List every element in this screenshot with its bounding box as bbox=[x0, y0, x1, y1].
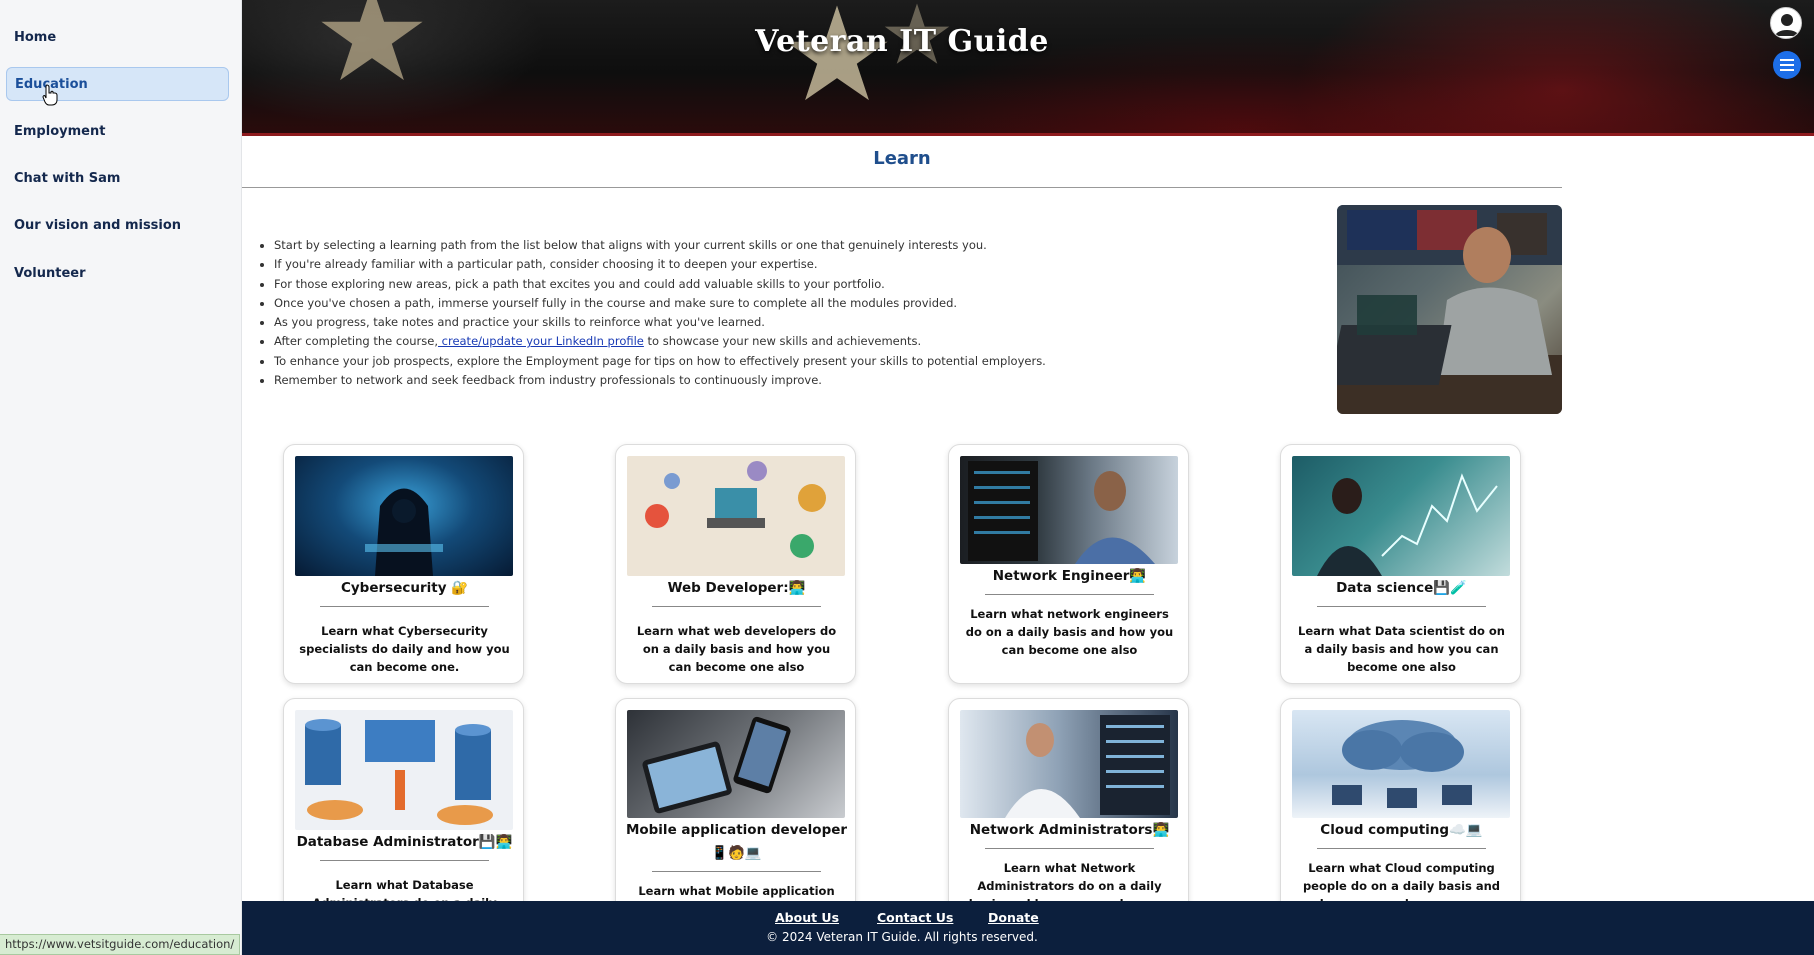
card-divider bbox=[1317, 848, 1486, 849]
database-cylinders-graphic bbox=[305, 719, 493, 825]
intro-item: Remember to network and seek feedback fr… bbox=[274, 371, 1308, 390]
network-engineer-image bbox=[960, 456, 1178, 564]
intro-item: If you're already familiar with a partic… bbox=[274, 255, 1308, 274]
hand-cursor-icon bbox=[42, 84, 58, 106]
footer-copyright: © 2024 Veteran IT Guide. All rights rese… bbox=[766, 930, 1038, 944]
site-title: Veteran IT Guide bbox=[755, 24, 1049, 59]
hooded-figure-graphic bbox=[365, 488, 443, 576]
intro-item: Once you've chosen a path, immerse yours… bbox=[274, 294, 1308, 313]
sidebar-item-vision-mission[interactable]: Our vision and mission bbox=[6, 209, 229, 243]
intro-item: To enhance your job prospects, explore t… bbox=[274, 352, 1308, 371]
intro-item: Start by selecting a learning path from … bbox=[274, 236, 1308, 255]
sidebar-item-volunteer[interactable]: Volunteer bbox=[6, 257, 229, 291]
intro-item: As you progress, take notes and practice… bbox=[274, 313, 1308, 332]
card-divider bbox=[985, 848, 1154, 849]
footer-donate-link[interactable]: Donate bbox=[988, 910, 1039, 925]
card-title: Web Developer:👨‍💻 bbox=[667, 580, 806, 596]
card-title: Data science💾🧪 bbox=[1336, 580, 1467, 596]
intro-text: After completing the course, bbox=[274, 334, 438, 349]
data-chart-graphic bbox=[1317, 473, 1498, 576]
intro-list: Start by selecting a learning path from … bbox=[258, 236, 1308, 390]
card-description: Learn what Data scientist do on a daily … bbox=[1298, 624, 1505, 674]
card-divider bbox=[985, 594, 1154, 595]
sidebar-item-chat-with-sam[interactable]: Chat with Sam bbox=[6, 162, 229, 196]
card-description: Learn what Cybersecurity specialists do … bbox=[299, 624, 510, 674]
card-title: Mobile application developer📱🧑💻 bbox=[625, 822, 848, 861]
intro-text: to showcase your new skills and achievem… bbox=[643, 334, 922, 349]
card-title: Cloud computing☁️💻 bbox=[1320, 822, 1483, 838]
card-network-engineer[interactable]: Network Engineer👨‍💻 Learn what network e… bbox=[948, 444, 1189, 684]
card-title: Network Administrators👨‍💻 bbox=[969, 822, 1170, 838]
card-divider bbox=[320, 860, 489, 861]
card-title: Network Engineer👨‍💻 bbox=[992, 568, 1147, 584]
card-description: Learn what network engineers do on a dai… bbox=[965, 607, 1174, 657]
server-room-graphic bbox=[1005, 715, 1170, 818]
card-divider bbox=[652, 606, 821, 607]
sidebar-item-home[interactable]: Home bbox=[6, 21, 229, 55]
card-title: Cybersecurity 🔐 bbox=[340, 580, 469, 596]
card-data-science[interactable]: Data science💾🧪 Learn what Data scientist… bbox=[1280, 444, 1521, 684]
cybersecurity-hacker-image bbox=[295, 456, 513, 576]
menu-button[interactable] bbox=[1773, 51, 1801, 79]
card-cybersecurity[interactable]: Cybersecurity 🔐 Learn what Cybersecurity… bbox=[283, 444, 524, 684]
intro-item: After completing the course, create/upda… bbox=[274, 332, 1308, 351]
browser-status-url: https://www.vetsitguide.com/education/ bbox=[0, 934, 241, 955]
phone-tablet-graphic bbox=[642, 716, 791, 814]
user-profile-button[interactable] bbox=[1770, 7, 1802, 39]
cloud-computing-image bbox=[1292, 710, 1510, 818]
card-divider bbox=[320, 606, 489, 607]
hero-illustration bbox=[1337, 205, 1562, 414]
web-developer-image bbox=[627, 456, 845, 576]
sidebar: Home Education Employment Chat with Sam … bbox=[0, 0, 242, 955]
database-administrator-image bbox=[295, 710, 513, 830]
sidebar-item-education[interactable]: Education bbox=[6, 67, 229, 101]
sidebar-item-employment[interactable]: Employment bbox=[6, 115, 229, 149]
network-administrators-image bbox=[960, 710, 1178, 818]
site-header: Veteran IT Guide bbox=[242, 0, 1814, 136]
cloud-graphic bbox=[1332, 720, 1472, 808]
card-divider bbox=[1317, 606, 1486, 607]
card-description: Learn what web developers do on a daily … bbox=[636, 624, 837, 674]
veteran-at-laptop-photo bbox=[1337, 205, 1562, 414]
site-footer: About Us Contact Us Donate © 2024 Vetera… bbox=[242, 901, 1814, 955]
mobile-developer-image bbox=[627, 710, 845, 818]
page-title: Learn bbox=[873, 148, 931, 169]
data-science-image bbox=[1292, 456, 1510, 576]
footer-about-link[interactable]: About Us bbox=[775, 910, 839, 925]
web-laptop-graphic bbox=[645, 461, 826, 558]
card-divider bbox=[652, 871, 821, 872]
hamburger-menu-icon bbox=[1780, 59, 1794, 71]
card-title: Database Administrator💾👨‍💻 bbox=[296, 834, 513, 850]
linkedin-profile-link[interactable]: create/update your LinkedIn profile bbox=[438, 334, 644, 348]
footer-contact-link[interactable]: Contact Us bbox=[877, 910, 953, 925]
intro-item: For those exploring new areas, pick a pa… bbox=[274, 275, 1308, 294]
server-rack-graphic bbox=[968, 461, 1155, 564]
title-divider bbox=[242, 187, 1562, 188]
card-web-developer[interactable]: Web Developer:👨‍💻 Learn what web develop… bbox=[615, 444, 856, 684]
